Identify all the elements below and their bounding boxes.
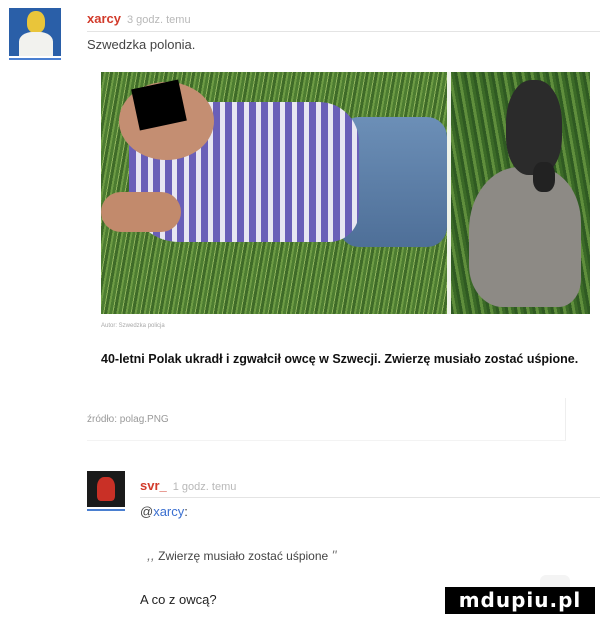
quote-close-mark: " [331, 547, 337, 563]
watermark-glow [540, 575, 570, 587]
article-headline: 40-letni Polak ukradł i zgwałcił owcę w … [101, 352, 579, 366]
avatar-underline [9, 58, 61, 60]
comment-timestamp[interactable]: 1 godz. temu [173, 481, 237, 493]
mention-colon: : [184, 504, 188, 519]
avatar[interactable] [87, 471, 125, 507]
photo-sheep-head [506, 80, 562, 175]
avatar-body [19, 32, 53, 56]
avatar-figure [97, 477, 115, 501]
comment-timestamp[interactable]: 3 godz. temu [127, 14, 191, 26]
comment-text: Szwedzka polonia. [87, 37, 196, 52]
comment-author[interactable]: xarcy [87, 11, 121, 26]
quote-text: Zwierzę musiało zostać uśpione [158, 549, 329, 563]
mention-link[interactable]: xarcy [153, 504, 184, 519]
avatar-face [27, 11, 45, 33]
comment-divider [140, 497, 600, 498]
embedded-photo[interactable] [101, 72, 590, 314]
comment-header: svr_ 1 godz. temu [140, 477, 236, 495]
avatar[interactable] [9, 8, 61, 56]
comment-divider [87, 31, 600, 32]
comment-author[interactable]: svr_ [140, 478, 167, 493]
photo-sheep-body [469, 167, 581, 307]
photo-sheep-panel [451, 72, 590, 314]
photo-sheep-ear [533, 162, 555, 192]
comment-quote: ,, Zwierzę musiało zostać uśpione " [147, 547, 337, 563]
quote-open-mark: ,, [147, 547, 155, 563]
image-source: źródło: polag.PNG [87, 414, 169, 425]
comment-header: xarcy 3 godz. temu [87, 10, 191, 28]
watermark: mdupiu.pl [445, 587, 595, 614]
mention: @xarcy: [140, 504, 188, 519]
avatar-underline [87, 509, 125, 511]
comment-text: A co z owcą? [140, 592, 217, 607]
photo-man-arm [101, 192, 181, 232]
mention-at: @ [140, 504, 154, 519]
photo-credit: Autor: Szwedzka policja [101, 323, 165, 329]
